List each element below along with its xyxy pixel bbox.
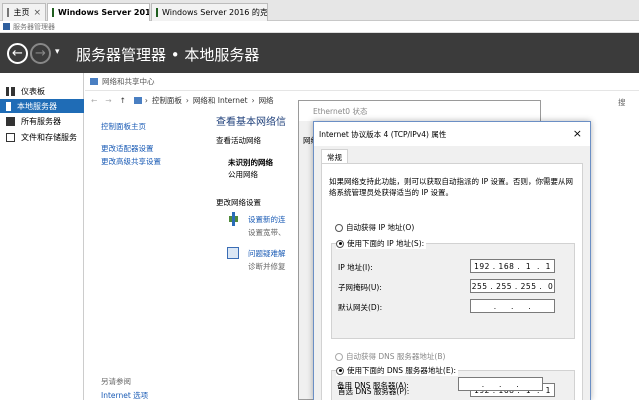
file-storage-icon (6, 132, 15, 142)
internet-options-link[interactable]: Internet 选项 (101, 390, 148, 400)
up-arrow-icon[interactable]: ↑ (120, 96, 126, 105)
sub-bar-label: 服务器管理器 (13, 22, 55, 31)
network-name: 未识别的网络 (228, 158, 273, 167)
manual-ip-label: 使用下面的 IP 地址(S): (347, 239, 425, 248)
ip-address-input[interactable]: 192 . 168 . 1 . 1 (470, 259, 555, 273)
tab-windows-server-label: Windows Server 2016 (58, 8, 150, 17)
tab-clone-label: Windows Server 2016 的克隆... (162, 8, 268, 17)
vm-icon (52, 8, 54, 17)
sidebar-item-label: 文件和存储服务 (21, 132, 77, 142)
server-manager-sidebar: 仪表板 本地服务器 所有服务器 文件和存储服务 (0, 73, 84, 400)
alternate-dns-input[interactable]: . . . (458, 377, 543, 391)
setup-connection-icon (227, 212, 241, 226)
main-heading: 查看基本网络信 (216, 117, 286, 128)
setup-new-connection-link[interactable]: 设置新的连 (248, 214, 286, 225)
manual-dns-radio[interactable]: 使用下面的 DNS 服务器地址(E): (336, 365, 459, 376)
server-manager-icon (3, 23, 10, 30)
vm-sub-bar: 服务器管理器 (0, 21, 639, 33)
manual-dns-label: 使用下面的 DNS 服务器地址(E): (347, 366, 457, 375)
breadcrumb-network-internet[interactable]: 网络和 Internet (193, 95, 248, 106)
back-arrow-icon[interactable]: ← (91, 96, 97, 105)
control-panel-home-link[interactable]: 控制面板主页 (101, 121, 146, 132)
change-adapter-settings-link[interactable]: 更改适配器设置 (101, 143, 154, 154)
dashboard-icon (6, 86, 15, 96)
close-icon[interactable]: × (573, 127, 582, 140)
auto-dns-radio[interactable]: 自动获得 DNS 服务器地址(B) (335, 351, 445, 362)
subnet-mask-input[interactable]: 255 . 255 . 255 . 0 (470, 279, 555, 293)
radio-button[interactable] (335, 352, 343, 361)
subnet-mask-label: 子网掩码(U): (338, 283, 382, 292)
search-box-fragment[interactable]: 搜 (618, 97, 626, 108)
see-also-heading: 另请参阅 (101, 377, 131, 386)
tab-home-label: 主页 (13, 8, 30, 17)
dialog-body: 常规 如果网络支持此功能，则可以获取自动指派的 IP 设置。否则，你需要从网络系… (314, 146, 590, 400)
troubleshoot-link[interactable]: 问题疑难解 (248, 248, 286, 259)
auto-dns-label: 自动获得 DNS 服务器地址(B) (346, 352, 446, 361)
troubleshoot-desc: 诊断并修复 (248, 262, 286, 271)
tab-general[interactable]: 常规 (321, 149, 348, 164)
description-text: 如果网络支持此功能，则可以获取自动指派的 IP 设置。否则，你需要从网络系统管理… (329, 177, 574, 197)
sidebar-item-file-storage[interactable]: 文件和存储服务 (0, 130, 84, 144)
dialog-title: Internet 协议版本 4 (TCP/IPv4) 属性 (319, 129, 447, 139)
server-manager-header: ← → ▾ 服务器管理器 • 本地服务器 (0, 33, 639, 73)
forward-button[interactable]: → (30, 43, 51, 64)
default-gateway-label: 默认网关(D): (338, 303, 383, 312)
nsc-title-bar: 网络和共享中心 (85, 73, 639, 91)
radio-button-checked[interactable] (336, 366, 344, 375)
browser-tab-bar: 主页 × Windows Server 2016 × Windows Serve… (0, 0, 639, 21)
default-gateway-input[interactable]: . . . (470, 299, 555, 313)
network-type: 公用网络 (228, 170, 258, 179)
change-network-settings-label: 更改网络设置 (216, 198, 261, 207)
ethernet-title-bar: Ethernet0 状态 (299, 101, 540, 121)
dropdown-chevron-icon[interactable]: ▾ (55, 47, 60, 57)
tcp-ipv4-properties-dialog: Internet 协议版本 4 (TCP/IPv4) 属性 × 常规 如果网络支… (313, 121, 591, 400)
sidebar-item-label: 所有服务器 (21, 116, 61, 126)
auto-ip-label: 自动获得 IP 地址(O) (346, 223, 415, 232)
breadcrumb-control-panel[interactable]: 控制面板 (152, 95, 182, 106)
change-advanced-sharing-link[interactable]: 更改高级共享设置 (101, 156, 161, 167)
active-networks-label: 查看活动网络 (216, 136, 261, 145)
troubleshoot-icon (227, 247, 239, 259)
vm-icon (156, 8, 158, 17)
dialog-title-bar: Internet 协议版本 4 (TCP/IPv4) 属性 × (314, 122, 590, 146)
ip-address-label: IP 地址(I): (338, 263, 373, 272)
control-panel-icon (133, 96, 142, 104)
tab-windows-server-clone[interactable]: Windows Server 2016 的克隆... × (151, 3, 268, 21)
radio-button[interactable] (335, 223, 343, 232)
arrow-right-icon: → (35, 46, 46, 61)
breadcrumb-network[interactable]: 网络 (259, 95, 274, 106)
page-title: 服务器管理器 • 本地服务器 (76, 46, 260, 64)
general-panel: 如果网络支持此功能，则可以获取自动指派的 IP 设置。否则，你需要从网络系统管理… (321, 163, 583, 400)
network-icon (90, 78, 98, 85)
auto-ip-radio[interactable]: 自动获得 IP 地址(O) (335, 222, 414, 233)
back-button[interactable]: ← (7, 43, 28, 64)
sidebar-item-dashboard[interactable]: 仪表板 (0, 84, 84, 98)
sidebar-item-local-server[interactable]: 本地服务器 (0, 99, 84, 113)
tab-windows-server[interactable]: Windows Server 2016 × (47, 3, 150, 21)
tab-home[interactable]: 主页 × (2, 3, 46, 21)
arrow-left-icon: ← (12, 46, 23, 61)
radio-button-checked[interactable] (336, 239, 344, 248)
servers-icon (6, 116, 15, 126)
home-icon (7, 8, 10, 17)
close-icon[interactable]: × (29, 8, 41, 18)
manual-ip-group: 使用下面的 IP 地址(S): IP 地址(I): 192 . 168 . 1 … (331, 238, 575, 339)
nsc-title: 网络和共享中心 (102, 77, 155, 86)
manual-ip-radio[interactable]: 使用下面的 IP 地址(S): (336, 238, 427, 249)
forward-arrow-icon[interactable]: → (105, 96, 111, 105)
ethernet-title: Ethernet0 状态 (313, 106, 368, 116)
alternate-dns-label: 备用 DNS 服务器(A): (337, 381, 409, 390)
setup-connection-desc: 设置宽带、 (248, 228, 286, 237)
server-icon (6, 101, 11, 111)
sidebar-item-all-servers[interactable]: 所有服务器 (0, 114, 84, 128)
sidebar-item-label: 仪表板 (21, 86, 45, 96)
sidebar-item-label: 本地服务器 (17, 101, 57, 111)
